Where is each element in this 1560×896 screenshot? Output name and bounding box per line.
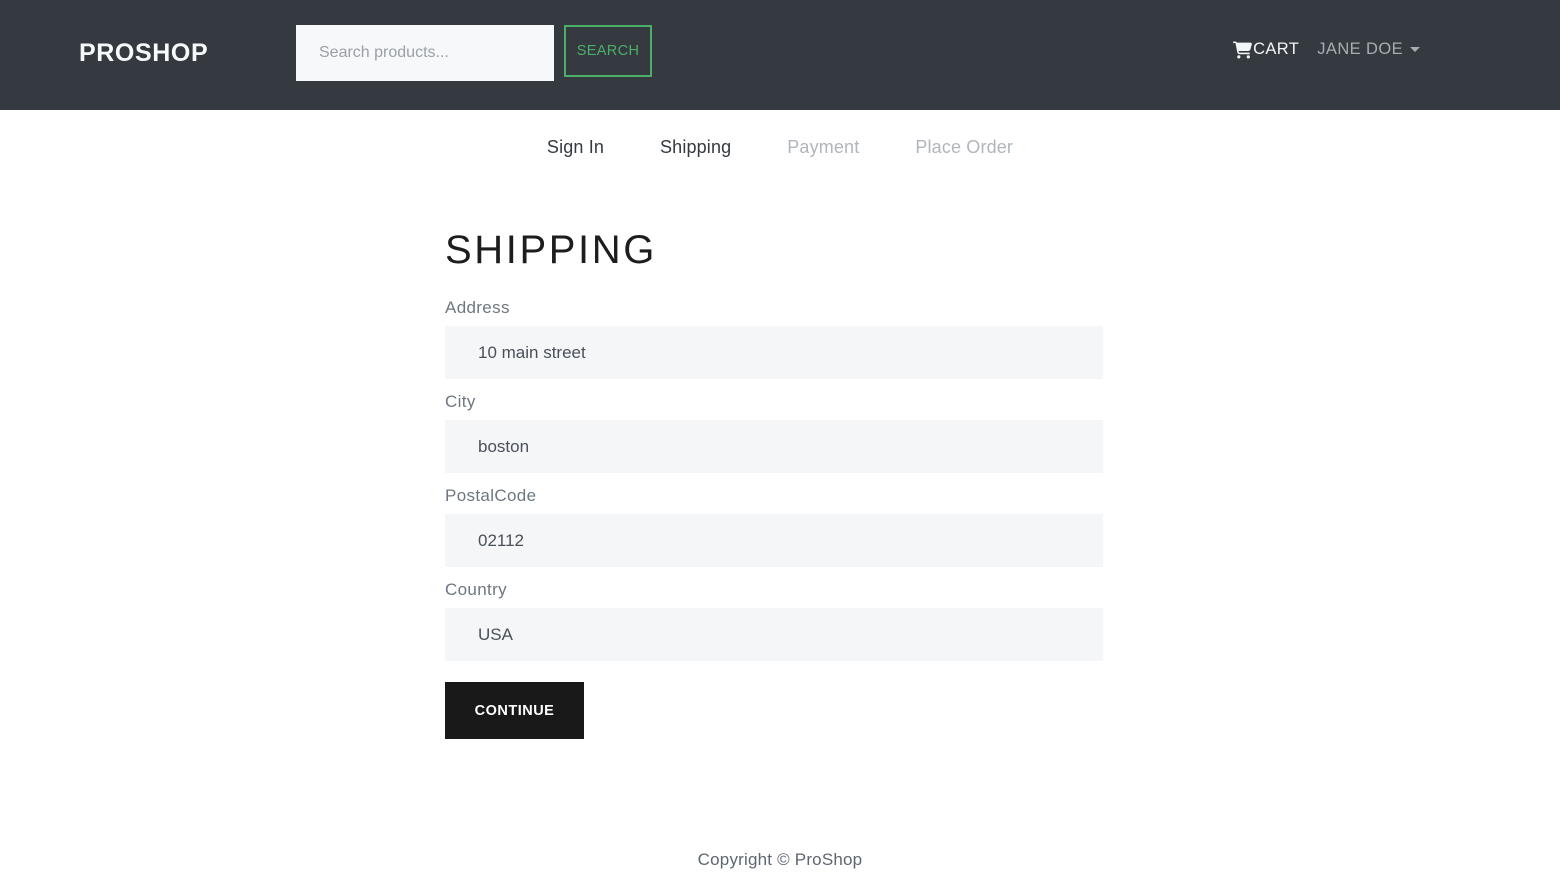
cart-link[interactable]: CART <box>1233 40 1299 59</box>
copyright-text: Copyright © ProShop <box>697 850 863 869</box>
search-button[interactable]: SEARCH <box>564 25 652 77</box>
country-label: Country <box>445 580 507 599</box>
address-label: Address <box>445 298 510 317</box>
shipping-form-container: SHIPPING Address City PostalCode Country… <box>445 215 1103 739</box>
form-group-country: Country <box>445 580 1103 661</box>
page-title: SHIPPING <box>445 228 657 272</box>
site-header: PROSHOP SEARCH CART JANE DOE <box>0 0 1560 110</box>
header-nav-right: CART JANE DOE <box>1233 40 1420 59</box>
city-label: City <box>445 392 476 411</box>
search-input[interactable] <box>296 25 554 81</box>
user-menu-toggle[interactable]: JANE DOE <box>1317 40 1420 59</box>
postal-code-input[interactable] <box>445 514 1103 567</box>
user-menu-label: JANE DOE <box>1317 40 1403 58</box>
caret-down-icon <box>1410 47 1420 52</box>
search-form: SEARCH <box>296 25 652 81</box>
shopping-cart-icon <box>1233 41 1252 59</box>
form-group-postal-code: PostalCode <box>445 486 1103 567</box>
checkout-step-payment: Payment <box>787 137 860 157</box>
checkout-steps: Sign In Shipping Payment Place Order <box>0 137 1560 158</box>
city-input[interactable] <box>445 420 1103 473</box>
address-input[interactable] <box>445 326 1103 379</box>
shipping-form: Address City PostalCode Country CONTINUE <box>445 298 1103 739</box>
continue-button[interactable]: CONTINUE <box>445 682 584 739</box>
country-input[interactable] <box>445 608 1103 661</box>
form-group-address: Address <box>445 298 1103 379</box>
site-footer: Copyright © ProShop <box>0 850 1560 870</box>
postal-code-label: PostalCode <box>445 486 537 505</box>
brand-logo[interactable]: PROSHOP <box>79 38 208 68</box>
form-group-city: City <box>445 392 1103 473</box>
checkout-step-sign-in[interactable]: Sign In <box>519 137 632 158</box>
checkout-step-place-order: Place Order <box>915 137 1014 157</box>
checkout-step-shipping[interactable]: Shipping <box>632 137 759 158</box>
cart-link-label: CART <box>1253 40 1300 58</box>
